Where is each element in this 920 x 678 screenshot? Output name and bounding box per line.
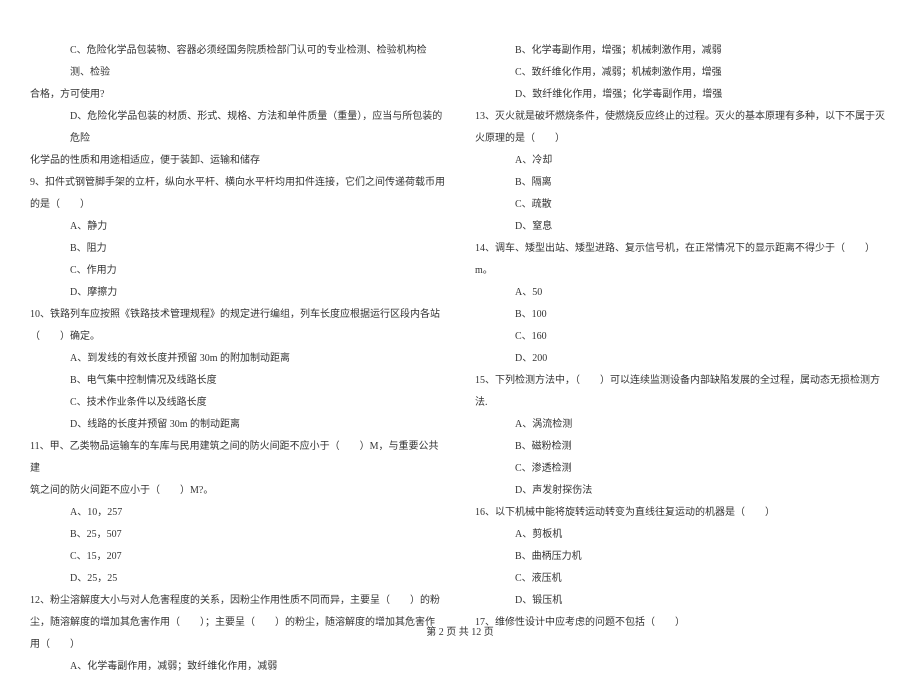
answer-option: D、危险化学品包装的材质、形式、规格、方法和单件质量（重量），应当与所包装的危险 <box>30 106 445 150</box>
answer-option: A、到发线的有效长度并预留 30m 的附加制动距离 <box>30 348 445 370</box>
question-text: 化学品的性质和用途相适应，便于装卸、运输和储存 <box>30 150 445 172</box>
question-text: 火原理的是（ ） <box>475 128 890 150</box>
answer-option: C、液压机 <box>475 568 890 590</box>
answer-option: B、磁粉检测 <box>475 436 890 458</box>
question-text: 11、甲、乙类物品运输车的车库与民用建筑之间的防火间距不应小于（ ）M，与重要公… <box>30 436 445 480</box>
answer-option: A、涡流检测 <box>475 414 890 436</box>
answer-option: B、25，507 <box>30 524 445 546</box>
answer-option: A、10，257 <box>30 502 445 524</box>
answer-option: D、声发射探伤法 <box>475 480 890 502</box>
answer-option: A、50 <box>475 282 890 304</box>
question-text: 16、以下机械中能将旋转运动转变为直线往复运动的机器是（ ） <box>475 502 890 524</box>
question-text: 筑之间的防火间距不应小于（ ）M?。 <box>30 480 445 502</box>
answer-option: C、致纤维化作用，减弱；机械刺激作用，增强 <box>475 62 890 84</box>
answer-option: C、技术作业条件以及线路长度 <box>30 392 445 414</box>
question-text: 10、铁路列车应按照《铁路技术管理规程》的规定进行编组，列车长度应根据运行区段内… <box>30 304 445 326</box>
answer-option: A、静力 <box>30 216 445 238</box>
question-text: 12、粉尘溶解度大小与对人危害程度的关系，因粉尘作用性质不同而异，主要呈（ ）的… <box>30 590 445 612</box>
answer-option: A、剪板机 <box>475 524 890 546</box>
answer-option: C、疏散 <box>475 194 890 216</box>
answer-option: A、化学毒副作用，减弱；致纤维化作用，减弱 <box>30 656 445 678</box>
question-text: 13、灭火就是破坏燃烧条件，使燃烧反应终止的过程。灭火的基本原理有多种，以下不属… <box>475 106 890 128</box>
right-column: B、化学毒副作用，增强；机械刺激作用，减弱C、致纤维化作用，减弱；机械刺激作用，… <box>475 40 890 620</box>
question-text: 15、下列检测方法中，（ ）可以连续监测设备内部缺陷发展的全过程，属动态无损检测… <box>475 370 890 392</box>
answer-option: B、曲柄压力机 <box>475 546 890 568</box>
answer-option: D、摩擦力 <box>30 282 445 304</box>
question-text: 9、扣件式钢管脚手架的立杆，纵向水平杆、横向水平杆均用扣件连接，它们之间传递荷载… <box>30 172 445 194</box>
answer-option: B、化学毒副作用，增强；机械刺激作用，减弱 <box>475 40 890 62</box>
answer-option: D、200 <box>475 348 890 370</box>
answer-option: A、冷却 <box>475 150 890 172</box>
left-column: C、危险化学品包装物、容器必须经国务院质检部门认可的专业检测、检验机构检测、检验… <box>30 40 445 620</box>
answer-option: D、锻压机 <box>475 590 890 612</box>
answer-option: C、危险化学品包装物、容器必须经国务院质检部门认可的专业检测、检验机构检测、检验 <box>30 40 445 84</box>
answer-option: C、作用力 <box>30 260 445 282</box>
answer-option: D、线路的长度并预留 30m 的制动距离 <box>30 414 445 436</box>
answer-option: C、渗透检测 <box>475 458 890 480</box>
answer-option: D、25，25 <box>30 568 445 590</box>
answer-option: D、致纤维化作用，增强；化学毒副作用，增强 <box>475 84 890 106</box>
page-footer: 第 2 页 共 12 页 <box>0 623 920 638</box>
question-text: 法. <box>475 392 890 414</box>
answer-option: C、160 <box>475 326 890 348</box>
answer-option: B、隔离 <box>475 172 890 194</box>
answer-option: B、阻力 <box>30 238 445 260</box>
answer-option: B、100 <box>475 304 890 326</box>
answer-option: D、窒息 <box>475 216 890 238</box>
question-text: （ ）确定。 <box>30 326 445 348</box>
question-text: 合格，方可使用? <box>30 84 445 106</box>
question-text: 的是（ ） <box>30 194 445 216</box>
answer-option: C、15，207 <box>30 546 445 568</box>
answer-option: B、电气集中控制情况及线路长度 <box>30 370 445 392</box>
question-text: 14、调车、矮型出站、矮型进路、复示信号机，在正常情况下的显示距离不得少于（ ）… <box>475 238 890 282</box>
